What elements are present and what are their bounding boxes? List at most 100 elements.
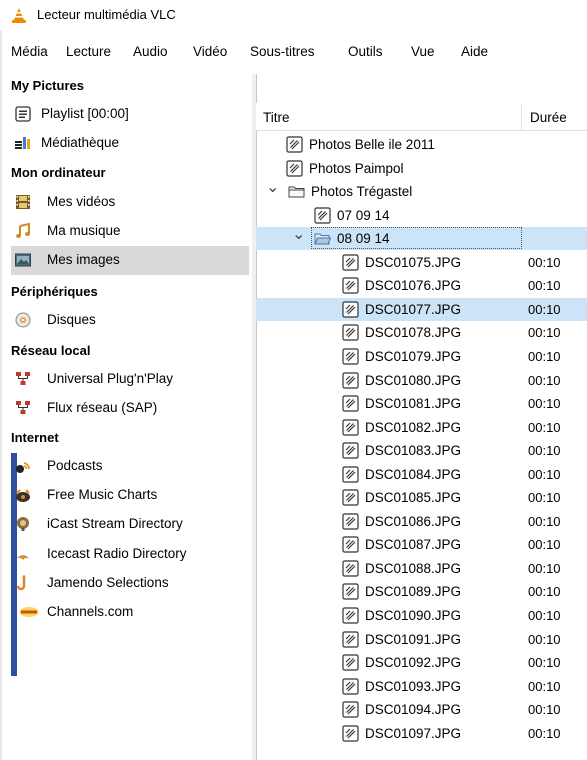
table-row[interactable]: Photos Belle ile 2011 — [256, 133, 587, 156]
sidebar-category-reseau-local: Réseau local — [11, 343, 91, 358]
table-row[interactable]: DSC01097.JPG 00:10 — [256, 722, 587, 745]
table-row[interactable]: DSC01088.JPG 00:10 — [256, 557, 587, 580]
row-title: DSC01097.JPG — [365, 725, 462, 741]
chevron-down-icon[interactable]: ⌄ — [292, 224, 305, 244]
table-row[interactable]: DSC01093.JPG 00:10 — [256, 675, 587, 698]
table-row[interactable]: DSC01080.JPG 00:10 — [256, 369, 587, 392]
row-duration: 00:10 — [528, 631, 561, 647]
sidebar-item-sap[interactable]: Flux réseau (SAP) — [11, 394, 249, 423]
table-row[interactable]: DSC01085.JPG 00:10 — [256, 486, 587, 509]
table-row[interactable]: DSC01077.JPG 00:10 — [256, 297, 587, 321]
sidebar-item-mes-videos[interactable]: Mes vidéos — [11, 188, 249, 217]
column-header-duration[interactable]: Durée — [530, 110, 567, 125]
table-row[interactable]: DSC01079.JPG 00:10 — [256, 345, 587, 368]
media-file-icon — [342, 254, 359, 271]
sidebar-item-playlist[interactable]: Playlist [00:00] — [11, 100, 249, 129]
row-duration: 00:10 — [528, 348, 561, 364]
sidebar-item-label: Icecast Radio Directory — [47, 546, 187, 561]
media-file-icon — [342, 489, 359, 506]
podcast-icon — [16, 462, 30, 473]
disc-icon — [15, 312, 31, 328]
row-title: DSC01084.JPG — [365, 466, 462, 482]
menu-audio[interactable]: Audio — [133, 44, 168, 59]
title-bar: Lecteur multimédia VLC — [0, 0, 587, 30]
row-title: DSC01087.JPG — [365, 537, 462, 553]
column-header-title[interactable]: Titre — [263, 110, 290, 125]
table-row[interactable]: 07 09 14 — [256, 204, 587, 227]
charts-icon — [16, 489, 30, 502]
media-file-icon — [342, 513, 359, 530]
sidebar-item-label: Jamendo Selections — [47, 575, 169, 590]
chevron-down-icon[interactable]: ⌄ — [266, 177, 279, 197]
sidebar-item-icast[interactable]: iCast Stream Directory — [11, 510, 249, 539]
sidebar-item-label: Mes images — [47, 252, 120, 267]
row-duration: 00:10 — [528, 254, 561, 270]
table-row[interactable]: DSC01082.JPG 00:10 — [256, 416, 587, 439]
table-row[interactable]: DSC01089.JPG 00:10 — [256, 580, 587, 603]
icecast-icon — [17, 555, 29, 560]
row-duration: 00:10 — [528, 537, 561, 553]
table-row[interactable]: DSC01091.JPG 00:10 — [256, 628, 587, 651]
menu-media[interactable]: Média — [11, 44, 48, 59]
table-row[interactable]: DSC01078.JPG 00:10 — [256, 321, 587, 344]
table-row[interactable]: DSC01083.JPG 00:10 — [256, 439, 587, 462]
sidebar-item-label: Free Music Charts — [47, 487, 158, 502]
sidebar-item-icecast[interactable]: Icecast Radio Directory — [11, 540, 249, 569]
table-row[interactable]: Photos Paimpol — [256, 157, 587, 180]
table-row[interactable]: DSC01092.JPG 00:10 — [256, 651, 587, 674]
column-separator[interactable] — [521, 103, 522, 130]
sidebar-item-free-music-charts[interactable]: Free Music Charts — [11, 481, 249, 510]
sidebar-item-disques[interactable]: Disques — [11, 306, 249, 335]
media-file-icon — [342, 678, 359, 695]
row-title: DSC01094.JPG — [365, 702, 462, 718]
menu-vue[interactable]: Vue — [411, 44, 435, 59]
sidebar-item-jamendo[interactable]: Jamendo Selections — [11, 569, 249, 598]
table-row[interactable]: ⌄ 08 09 14 — [256, 224, 587, 251]
menu-lecture[interactable]: Lecture — [66, 44, 111, 59]
media-file-icon — [342, 277, 359, 294]
row-duration: 00:10 — [528, 655, 561, 671]
media-file-icon — [342, 536, 359, 553]
table-row[interactable]: DSC01094.JPG 00:10 — [256, 698, 587, 721]
media-file-icon — [342, 371, 359, 389]
row-duration: 00:10 — [528, 396, 561, 412]
sidebar-item-upnp[interactable]: Universal Plug'n'Play — [11, 365, 249, 394]
row-duration: 00:10 — [528, 702, 561, 718]
menu-sous-titres[interactable]: Sous-titres — [250, 44, 315, 59]
media-file-icon — [342, 442, 359, 459]
table-row[interactable]: DSC01090.JPG 00:10 — [256, 604, 587, 627]
table-row[interactable]: DSC01086.JPG 00:10 — [256, 510, 587, 533]
sidebar-item-label: Playlist [00:00] — [41, 106, 129, 121]
row-duration: 00:10 — [528, 278, 561, 294]
table-row[interactable]: DSC01084.JPG 00:10 — [256, 463, 587, 486]
row-duration: 00:10 — [528, 325, 561, 341]
table-row[interactable]: ⌄ Photos Trégastel — [256, 177, 587, 203]
row-title: Photos Trégastel — [311, 184, 413, 200]
sidebar-item-podcasts[interactable]: Podcasts — [11, 452, 249, 481]
sidebar-item-mediatheque[interactable]: Médiathèque — [11, 129, 249, 158]
menu-outils[interactable]: Outils — [348, 44, 383, 59]
sidebar-item-ma-musique[interactable]: Ma musique — [11, 217, 249, 246]
row-title: DSC01076.JPG — [365, 278, 462, 294]
sidebar-item-label: Universal Plug'n'Play — [47, 371, 173, 386]
row-title: 07 09 14 — [337, 207, 390, 223]
media-file-icon — [342, 583, 359, 601]
menu-aide[interactable]: Aide — [461, 44, 488, 59]
sidebar-item-mes-images[interactable]: Mes images — [11, 246, 249, 275]
table-row[interactable]: DSC01081.JPG 00:10 — [256, 392, 587, 415]
window-title: Lecteur multimédia VLC — [37, 7, 176, 22]
table-row[interactable]: DSC01087.JPG 00:10 — [256, 533, 587, 556]
menu-video[interactable]: Vidéo — [193, 44, 227, 59]
table-row[interactable]: DSC01075.JPG 00:10 — [256, 251, 587, 274]
sidebar-category-my-pictures: My Pictures — [11, 78, 84, 93]
network-icon — [16, 372, 30, 385]
vlc-cone-icon — [12, 8, 26, 23]
row-duration: 00:10 — [528, 490, 561, 506]
sidebar-item-channels[interactable]: Channels.com — [11, 598, 249, 627]
table-row[interactable]: DSC01076.JPG 00:10 — [256, 274, 587, 297]
media-file-icon — [342, 324, 359, 341]
row-duration: 00:10 — [528, 301, 561, 317]
row-title: DSC01080.JPG — [365, 372, 462, 388]
media-file-icon — [314, 207, 331, 224]
sidebar-item-label: Médiathèque — [41, 135, 120, 150]
